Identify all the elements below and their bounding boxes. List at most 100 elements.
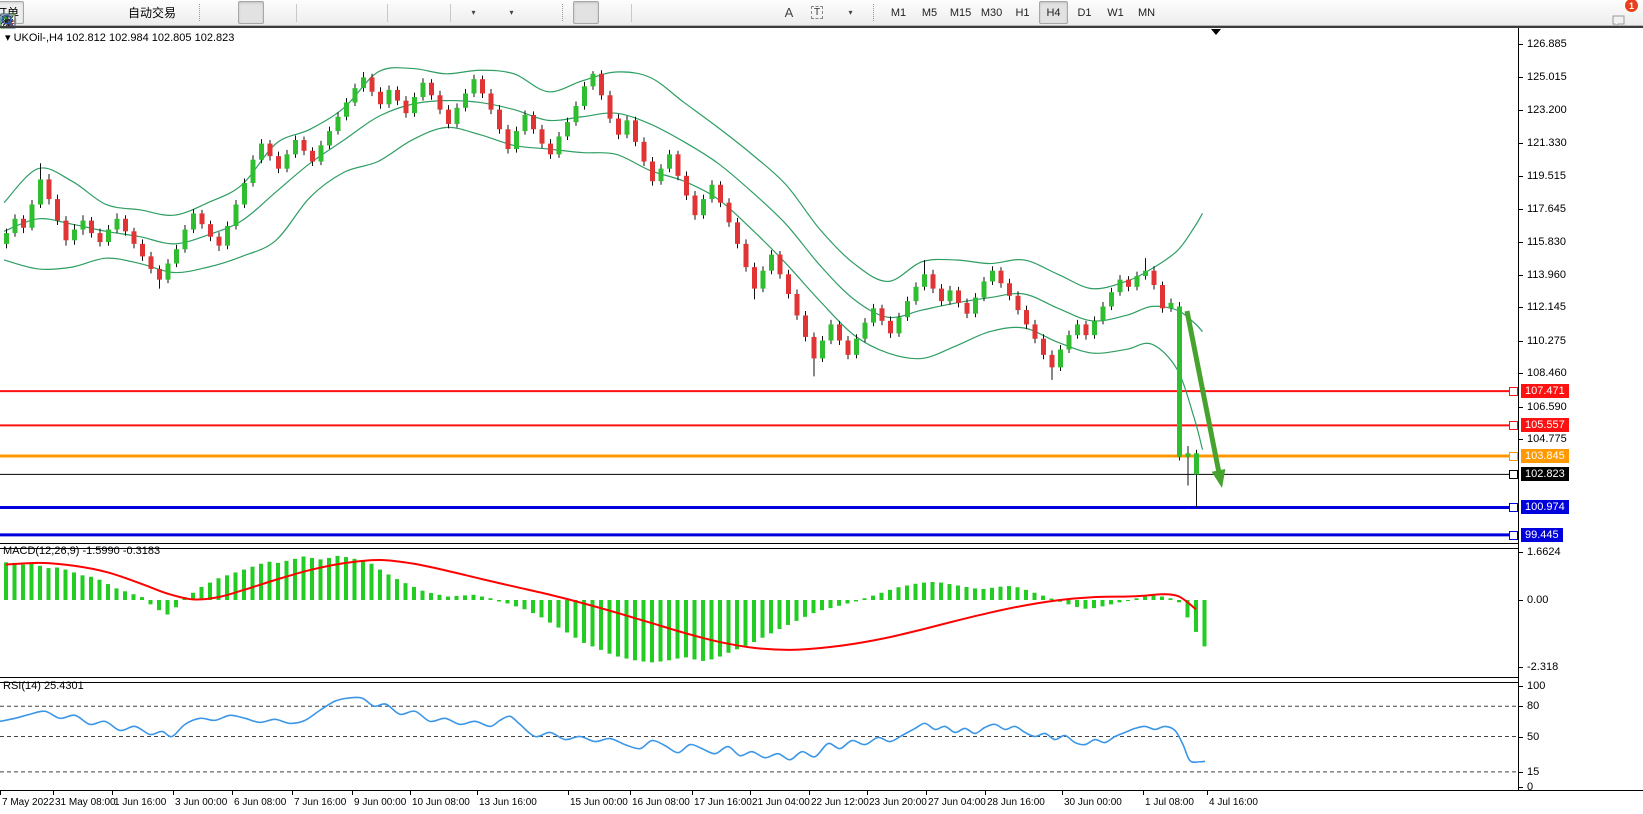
time-tick [1062, 791, 1063, 795]
axis-tick [1518, 44, 1523, 45]
axis-label: 50 [1527, 731, 1539, 743]
toolbar-separator [387, 4, 388, 22]
candle [914, 287, 919, 301]
axis-tick [1518, 176, 1523, 177]
time-label: 7 May 2022 [2, 797, 54, 808]
candle [514, 131, 519, 149]
candle [21, 219, 26, 228]
candle [421, 83, 426, 97]
bollinger-middle [4, 101, 1203, 332]
zoom-in-button[interactable] [301, 1, 327, 24]
search-button[interactable] [1582, 1, 1608, 24]
signal-button[interactable] [82, 1, 108, 24]
shapes-button[interactable]: ▾ [832, 1, 868, 24]
candle [310, 151, 315, 162]
notifications-button[interactable]: 1 [1610, 1, 1636, 24]
axis-tick [1518, 407, 1523, 408]
macd-pane[interactable] [0, 547, 1518, 677]
candle [1101, 307, 1106, 321]
timeframe-m15[interactable]: M15 [946, 1, 975, 24]
candle [1024, 310, 1029, 324]
down-arrow-icon[interactable] [1212, 469, 1226, 488]
toolbar-separator [631, 4, 632, 22]
axis-label: 0.00 [1527, 594, 1548, 606]
toolbar-separator [450, 4, 451, 22]
candle [1033, 324, 1038, 338]
candle [727, 203, 732, 223]
axis-tick [1518, 552, 1523, 553]
timeframe-w1[interactable]: W1 [1101, 1, 1130, 24]
candle [1058, 349, 1063, 367]
candle [404, 101, 409, 114]
rsi-label: RSI(14) 25.4301 [3, 680, 84, 692]
notification-badge: 1 [1624, 0, 1639, 13]
text-button[interactable]: A [776, 1, 802, 24]
auto-scroll-button[interactable] [392, 1, 418, 24]
axis-tick [1518, 341, 1523, 342]
toolbar-grip [873, 4, 879, 21]
crosshair-button[interactable] [601, 1, 627, 24]
trendline-button[interactable] [692, 1, 718, 24]
toolbar-grip [562, 4, 568, 21]
timeframe-m5[interactable]: M5 [915, 1, 944, 24]
auto-trading-button[interactable]: 自动交易 [110, 1, 194, 24]
candle [973, 298, 978, 314]
time-axis[interactable]: 7 May 202231 May 08:001 Jun 16:003 Jun 0… [0, 790, 1643, 814]
line-chart-button[interactable] [266, 1, 292, 24]
timeframe-h1[interactable]: H1 [1008, 1, 1037, 24]
candle [140, 244, 145, 257]
time-tick [292, 791, 293, 795]
axis-label: -2.318 [1527, 661, 1558, 673]
price-chart-pane[interactable] [0, 28, 1518, 543]
channel-button[interactable]: E [720, 1, 746, 24]
candle [183, 230, 188, 250]
rsi-pane[interactable] [0, 681, 1518, 790]
candle [98, 233, 103, 242]
candlestick-button[interactable] [238, 1, 264, 24]
cursor-button[interactable] [573, 1, 599, 24]
axis-tick [1518, 143, 1523, 144]
horizontal-line-button[interactable] [664, 1, 690, 24]
candle [523, 115, 528, 131]
timeframe-m1[interactable]: M1 [884, 1, 913, 24]
vertical-line-button[interactable] [636, 1, 662, 24]
mt4-window: 订单 自动交易 [0, 0, 1643, 814]
timeframe-h4[interactable]: H4 [1039, 1, 1068, 24]
bar-chart-button[interactable] [210, 1, 236, 24]
candle [905, 301, 910, 317]
time-label: 15 Jun 00:00 [570, 797, 628, 808]
candle [47, 179, 52, 199]
time-label: 17 Jun 16:00 [694, 797, 752, 808]
period-clock-button[interactable]: ▾ [493, 1, 529, 24]
candle [506, 129, 511, 149]
terminal-button[interactable] [54, 1, 80, 24]
candle [642, 142, 647, 162]
timeframe-d1[interactable]: D1 [1070, 1, 1099, 24]
candle [1109, 292, 1114, 306]
candle [616, 119, 621, 135]
gold-button[interactable] [26, 1, 52, 24]
add-indicator-button[interactable]: ▾ [455, 1, 491, 24]
candle [965, 303, 970, 314]
label-button[interactable]: T [804, 1, 830, 24]
candle [718, 185, 723, 203]
axis-tick [1518, 600, 1523, 601]
fibonacci-button[interactable]: F [748, 1, 774, 24]
axis-tick [1518, 275, 1523, 276]
candle [429, 83, 434, 96]
candle [676, 154, 681, 175]
axis-tick [1518, 772, 1523, 773]
candle [319, 145, 324, 161]
tile-windows-button[interactable] [357, 1, 383, 24]
zoom-out-button[interactable] [329, 1, 355, 24]
shift-marker-icon[interactable] [1211, 29, 1221, 35]
template-button[interactable] [531, 1, 557, 24]
axis-tick [1518, 373, 1523, 374]
text-icon: A [785, 5, 794, 20]
chart-shift-button[interactable] [420, 1, 446, 24]
time-label: 10 Jun 08:00 [412, 797, 470, 808]
timeframe-m30[interactable]: M30 [977, 1, 1006, 24]
timeframe-mn[interactable]: MN [1132, 1, 1161, 24]
candle [353, 88, 358, 102]
toolbar-grip [199, 4, 205, 21]
